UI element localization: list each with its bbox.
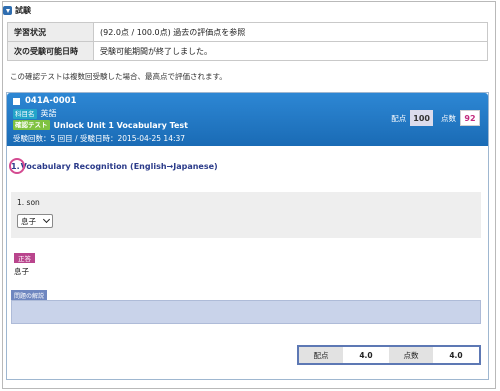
answer-select[interactable]: 息子 [17,214,53,228]
test-code-text: 041A-0001 [25,96,77,106]
score-value: 92 [460,110,480,126]
test-name: Unlock Unit 1 Vocabulary Test [53,120,188,130]
highlight-circle [9,158,25,174]
score-label: 点数 [441,113,456,123]
score-summary: 配点 100 点数 92 [391,110,480,126]
collapse-arrow-icon[interactable] [3,5,12,15]
answer-select-value: 息子 [21,216,36,226]
scoring-note: この確認テストは複数回受験した場合、最高点で評価されます。 [10,72,227,81]
next-attempt-value: 受験可能期間が終了しました。 [93,41,488,61]
points-value: 4.0 [343,347,389,363]
max-points-label: 配点 [391,113,407,123]
attempt-info: 受験回数：5 回目 / 受験日時：2015-04-25 14:37 [13,134,186,143]
status-table: 学習状況 (92.0点 / 100.0点) 過去の評価点を参照 次の受験可能日時… [7,22,488,61]
subject-name: 英語 [40,109,57,118]
question-score-footer: 配点 4.0 点数 4.0 [297,345,481,365]
max-points-value: 100 [410,110,433,126]
correct-badge: 正答 [14,253,35,263]
test-panel: 041A-0001 科目名 英語 確認テスト Unlock Unit 1 Voc… [6,92,489,380]
subject-badge: 科目名 [13,108,37,119]
status-label: 学習状況 [7,22,94,42]
status-value: (92.0点 / 100.0点) 過去の評価点を参照 [93,22,488,42]
correct-answer: 息子 [14,267,29,276]
table-row: 学習状況 (92.0点 / 100.0点) 過去の評価点を参照 [7,22,488,42]
question-heading: Vocabulary Recognition (English→Japanese… [20,162,218,171]
question-body: 1. son 息子 [11,192,481,238]
section-title: 試験 [15,5,31,15]
test-badge: 確認テスト [13,120,50,130]
question-item: 1. son [17,198,40,207]
explanation-box [11,300,481,324]
points-label: 配点 [299,347,343,363]
question-title: 1. Vocabulary Recognition (English→Japan… [9,158,218,174]
test-header-band: 041A-0001 科目名 英語 確認テスト Unlock Unit 1 Voc… [7,93,488,146]
chevron-down-icon [42,215,51,224]
explanation-tab: 問題の解説 [11,290,48,300]
question-score-value: 4.0 [433,347,479,363]
section-header: 試験 [3,4,31,16]
table-row: 次の受験可能日時 受験可能期間が終了しました。 [7,41,488,61]
test-code: 041A-0001 [13,96,77,106]
square-icon [13,97,20,105]
test-name-row: 確認テスト Unlock Unit 1 Vocabulary Test [13,120,188,130]
subject-row: 科目名 英語 [13,108,57,119]
next-attempt-label: 次の受験可能日時 [7,41,94,61]
question-score-label: 点数 [389,347,433,363]
